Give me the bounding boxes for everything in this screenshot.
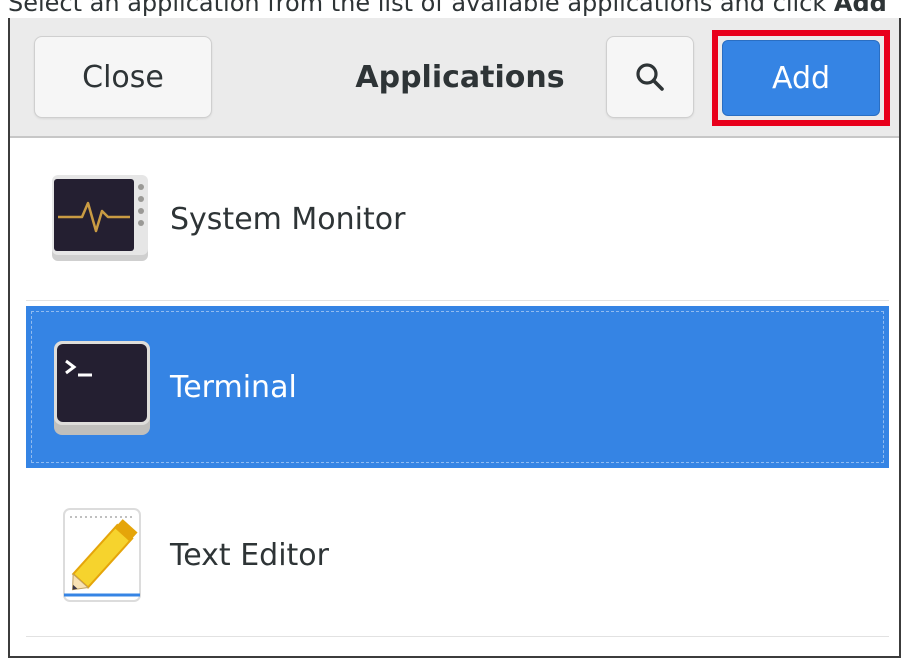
add-button[interactable]: Add: [722, 40, 880, 116]
list-item-terminal[interactable]: Terminal: [26, 306, 889, 468]
system-monitor-icon: [52, 175, 148, 261]
list-item-system-monitor[interactable]: System Monitor: [26, 138, 889, 300]
list-item-label: System Monitor: [170, 201, 406, 237]
row-divider: [26, 636, 889, 637]
list-item-text-editor[interactable]: Text Editor: [26, 474, 889, 636]
list-item-label: Text Editor: [170, 537, 329, 573]
application-list: System Monitor Terminal Text Editor: [10, 138, 899, 656]
applications-dialog: Close Applications Add System Monitor Te…: [8, 18, 901, 658]
dialog-title: Applications: [355, 59, 565, 95]
search-button[interactable]: [606, 36, 694, 118]
instruction-prefix: Select an application from the list of a…: [8, 0, 834, 17]
instruction-text: Select an application from the list of a…: [8, 0, 903, 18]
terminal-icon: [54, 341, 150, 435]
row-divider: [26, 300, 889, 301]
headerbar: Close Applications Add: [10, 18, 899, 138]
text-editor-icon: [63, 508, 141, 602]
close-button[interactable]: Close: [34, 36, 212, 118]
search-icon: [636, 63, 664, 91]
instruction-emphasis: Add: [833, 0, 887, 17]
list-item-label: Terminal: [170, 369, 297, 405]
